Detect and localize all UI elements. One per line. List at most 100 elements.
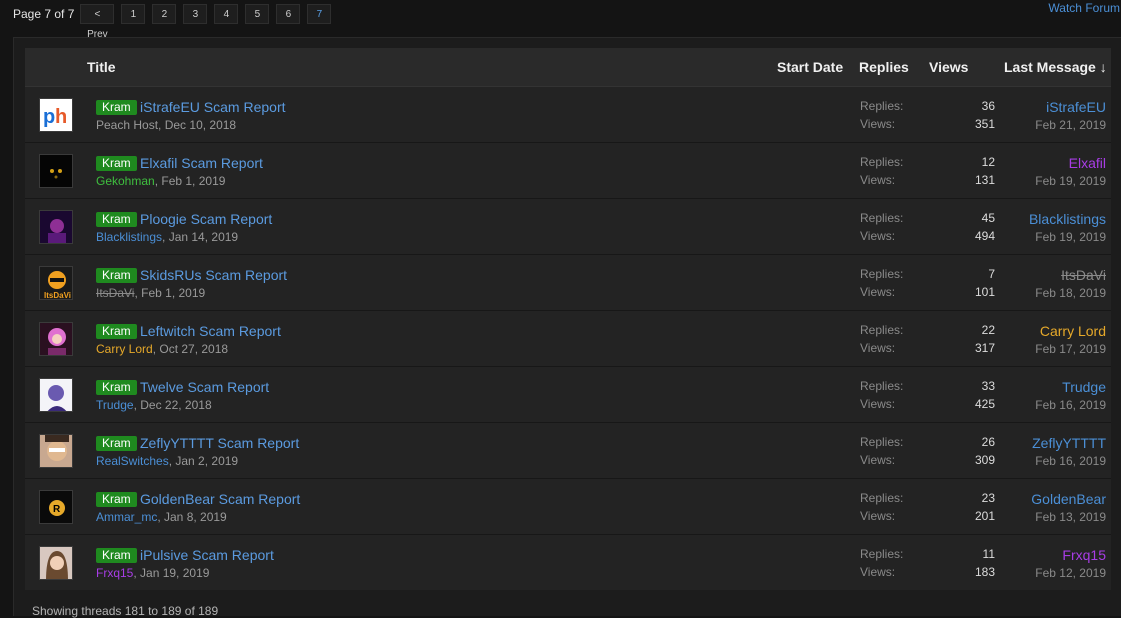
thread-meta: Trudge, Dec 22, 2018: [96, 398, 212, 412]
last-message-user-link[interactable]: Carry Lord: [1040, 323, 1106, 339]
user-avatar[interactable]: [39, 378, 73, 412]
views-count: 494: [974, 229, 995, 243]
thread-start-date: , Jan 19, 2019: [133, 566, 210, 580]
views-label: Views:: [860, 173, 896, 187]
column-replies[interactable]: Replies: [859, 59, 909, 75]
views-count: 183: [974, 565, 995, 579]
user-avatar[interactable]: [39, 434, 73, 468]
thread-start-date: , Feb 1, 2019: [154, 174, 226, 188]
last-message-user-link[interactable]: iStrafeEU: [1046, 99, 1106, 115]
last-message-date-link[interactable]: Feb 16, 2019: [1035, 454, 1106, 468]
thread-meta: Frxq15, Jan 19, 2019: [96, 566, 209, 580]
thread-title-link[interactable]: Leftwitch Scam Report: [140, 323, 281, 339]
thread-prefix-badge[interactable]: Kram: [96, 436, 137, 451]
last-message-date-link[interactable]: Feb 16, 2019: [1035, 398, 1106, 412]
thread-start-date: , Oct 27, 2018: [152, 342, 229, 356]
thread-author-link[interactable]: Blacklistings: [96, 230, 162, 244]
last-message-user-link[interactable]: Elxafil: [1069, 155, 1106, 171]
page-1-button[interactable]: 1: [121, 4, 146, 24]
thread-title-link[interactable]: Elxafil Scam Report: [140, 155, 263, 171]
thread-author-link[interactable]: RealSwitches: [96, 454, 169, 468]
page-5-button[interactable]: 5: [245, 4, 270, 24]
user-avatar[interactable]: [39, 546, 73, 580]
watch-forum-link[interactable]: Watch Forum: [1048, 1, 1120, 15]
thread-prefix-badge[interactable]: Kram: [96, 156, 137, 171]
thread-row[interactable]: Kram Twelve Scam Report Trudge, Dec 22, …: [25, 366, 1111, 422]
user-avatar[interactable]: [39, 322, 73, 356]
thread-row[interactable]: Kram Elxafil Scam Report Gekohman, Feb 1…: [25, 142, 1111, 198]
last-message-user-link[interactable]: GoldenBear: [1031, 491, 1106, 507]
thread-author-link[interactable]: Peach Host: [96, 118, 158, 132]
user-avatar[interactable]: R: [39, 490, 73, 524]
thread-author-link[interactable]: Carry Lord: [96, 342, 153, 356]
last-message-date-link[interactable]: Feb 21, 2019: [1035, 118, 1106, 132]
page-3-button[interactable]: 3: [183, 4, 208, 24]
last-message-user-link[interactable]: ItsDaVi: [1061, 267, 1106, 283]
user-avatar[interactable]: [39, 154, 73, 188]
last-message-date-link[interactable]: Feb 17, 2019: [1035, 342, 1106, 356]
last-message-date-link[interactable]: Feb 19, 2019: [1035, 230, 1106, 244]
thread-prefix-badge[interactable]: Kram: [96, 492, 137, 507]
thread-row[interactable]: Kram ZeflyYTTTT Scam Report RealSwitches…: [25, 422, 1111, 478]
column-title[interactable]: Title: [87, 59, 116, 75]
last-message-user-link[interactable]: Frxq15: [1062, 547, 1106, 563]
thread-prefix-badge[interactable]: Kram: [96, 548, 137, 563]
last-message-user-link[interactable]: Blacklistings: [1029, 211, 1106, 227]
views-count: 201: [974, 509, 995, 523]
thread-row[interactable]: Kram Leftwitch Scam Report Carry Lord, O…: [25, 310, 1111, 366]
thread-title-link[interactable]: GoldenBear Scam Report: [140, 491, 300, 507]
thread-prefix-badge[interactable]: Kram: [96, 212, 137, 227]
last-message-user-link[interactable]: ZeflyYTTTT: [1032, 435, 1106, 451]
thread-title-link[interactable]: SkidsRUs Scam Report: [140, 267, 287, 283]
prev-page-button[interactable]: < Prev: [80, 4, 115, 40]
thread-author-link[interactable]: Trudge: [96, 398, 134, 412]
last-message-user-link[interactable]: Trudge: [1062, 379, 1106, 395]
last-message-date-link[interactable]: Feb 13, 2019: [1035, 510, 1106, 524]
last-message-date-link[interactable]: Feb 12, 2019: [1035, 566, 1106, 580]
page-7-button[interactable]: 7: [307, 4, 332, 24]
replies-count: 36: [981, 99, 995, 113]
thread-prefix-badge[interactable]: Kram: [96, 268, 137, 283]
column-start-date[interactable]: Start Date: [777, 59, 843, 75]
page-6-button[interactable]: 6: [276, 4, 301, 24]
page-2-button[interactable]: 2: [152, 4, 177, 24]
page-4-button[interactable]: 4: [214, 4, 239, 24]
thread-prefix-badge[interactable]: Kram: [96, 324, 137, 339]
views-label: Views:: [860, 453, 896, 467]
replies-label: Replies:: [860, 435, 904, 449]
user-avatar[interactable]: ItsDaVi: [39, 266, 73, 300]
thread-author-link[interactable]: Gekohman: [96, 174, 155, 188]
user-avatar[interactable]: [39, 210, 73, 244]
thread-prefix-badge[interactable]: Kram: [96, 100, 137, 115]
column-views[interactable]: Views: [929, 59, 968, 75]
thread-row[interactable]: Kram iPulsive Scam Report Frxq15, Jan 19…: [25, 534, 1111, 590]
views-count: 131: [974, 173, 995, 187]
thread-author-link[interactable]: ItsDaVi: [96, 286, 134, 300]
views-label: Views:: [860, 341, 896, 355]
last-message-date-link[interactable]: Feb 19, 2019: [1035, 174, 1106, 188]
thread-row[interactable]: ItsDaVi Kram SkidsRUs Scam Report ItsDaV…: [25, 254, 1111, 310]
thread-row[interactable]: ph Kram iStrafeEU Scam Report Peach Host…: [25, 86, 1111, 142]
svg-text:p: p: [43, 106, 55, 128]
replies-count: 33: [981, 379, 995, 393]
thread-title-link[interactable]: ZeflyYTTTT Scam Report: [140, 435, 299, 451]
thread-author-link[interactable]: Ammar_mc: [96, 510, 157, 524]
replies-count: 12: [981, 155, 995, 169]
thread-title-link[interactable]: iPulsive Scam Report: [140, 547, 274, 563]
thread-start-date: , Jan 8, 2019: [157, 510, 227, 524]
thread-start-date: , Jan 2, 2019: [168, 454, 239, 468]
thread-row[interactable]: Kram Ploogie Scam Report Blacklistings, …: [25, 198, 1111, 254]
replies-count: 7: [988, 267, 995, 281]
replies-count: 45: [981, 211, 995, 225]
last-message-date-link[interactable]: Feb 18, 2019: [1035, 286, 1106, 300]
thread-title-link[interactable]: iStrafeEU Scam Report: [140, 99, 286, 115]
thread-row[interactable]: R Kram GoldenBear Scam Report Ammar_mc, …: [25, 478, 1111, 534]
thread-prefix-badge[interactable]: Kram: [96, 380, 137, 395]
user-avatar[interactable]: ph: [39, 98, 73, 132]
thread-title-link[interactable]: Ploogie Scam Report: [140, 211, 272, 227]
thread-rows: ph Kram iStrafeEU Scam Report Peach Host…: [25, 86, 1111, 590]
replies-label: Replies:: [860, 491, 904, 505]
column-last-message[interactable]: Last Message ↓: [1004, 59, 1107, 75]
thread-author-link[interactable]: Frxq15: [96, 566, 133, 580]
thread-title-link[interactable]: Twelve Scam Report: [140, 379, 269, 395]
